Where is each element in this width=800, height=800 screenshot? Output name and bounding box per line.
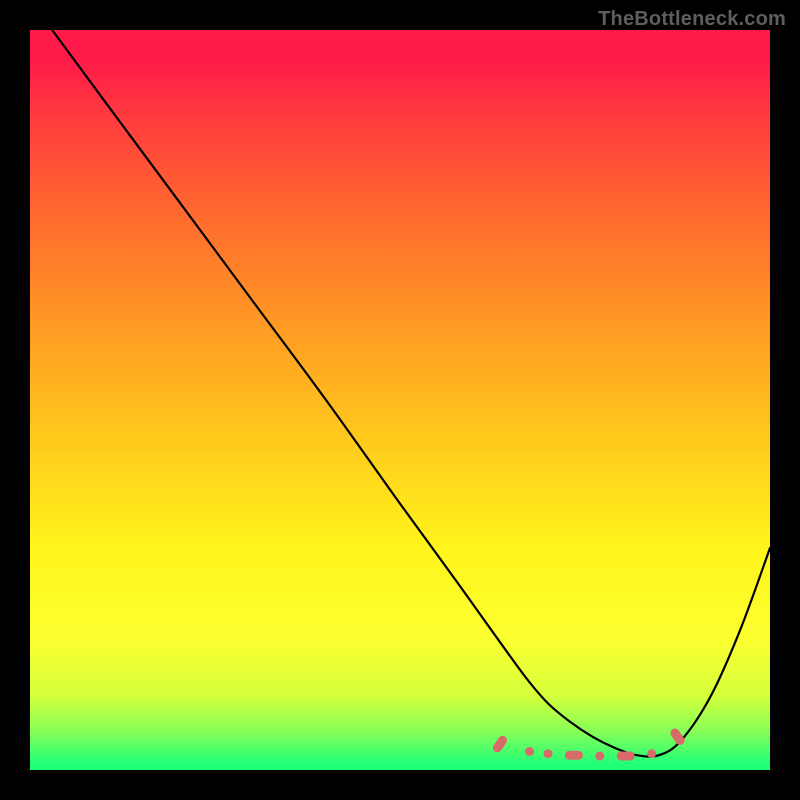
marker-pill xyxy=(491,734,509,754)
chart-container: TheBottleneck.com xyxy=(0,0,800,800)
watermark-label: TheBottleneck.com xyxy=(598,8,786,31)
marker-dot xyxy=(595,751,604,760)
plot-area xyxy=(30,30,770,770)
chart-svg xyxy=(30,30,770,770)
marker-dot xyxy=(647,749,656,758)
marker-dot xyxy=(525,747,534,756)
marker-pill xyxy=(565,751,583,760)
marker-dot xyxy=(544,749,553,758)
marker-pill xyxy=(617,751,635,760)
bottleneck-curve xyxy=(52,30,770,757)
